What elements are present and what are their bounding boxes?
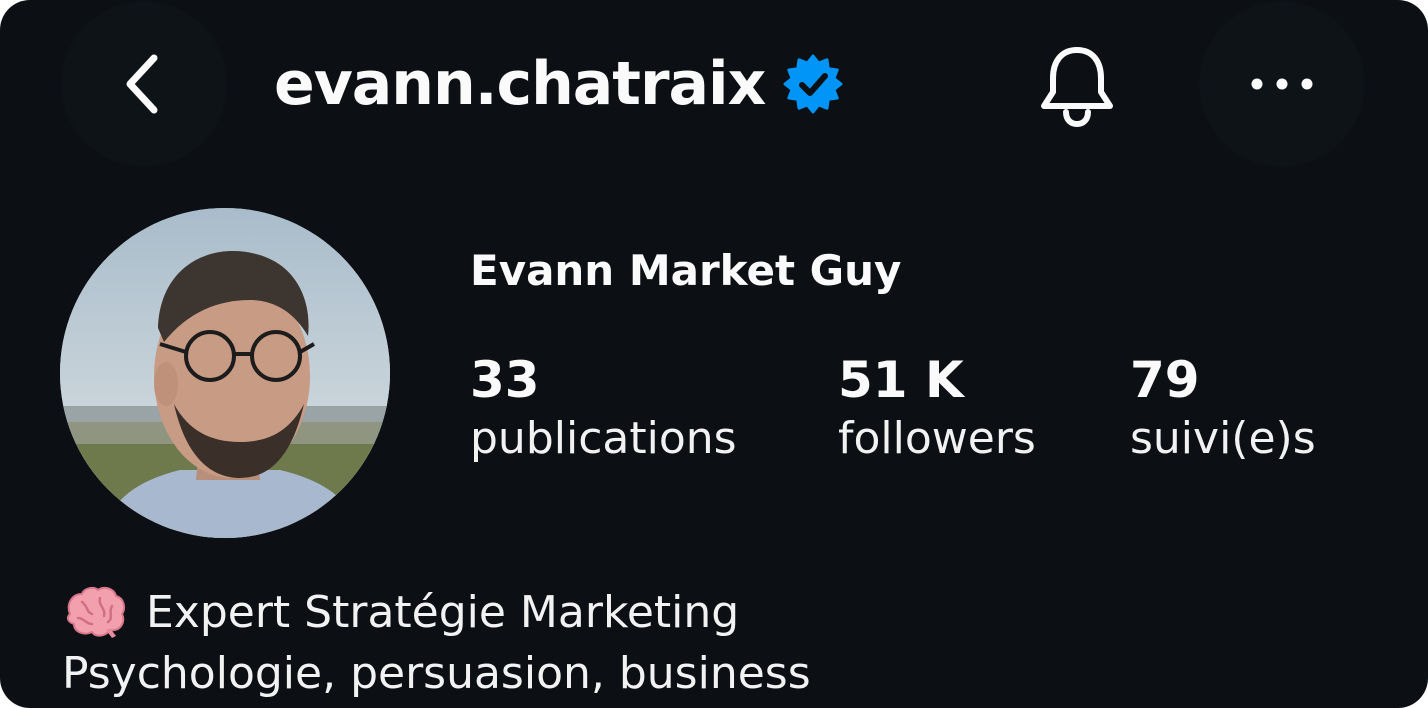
username-header: evann.chatraix <box>274 44 845 124</box>
username: evann.chatraix <box>274 49 766 119</box>
bell-icon <box>1041 47 1113 128</box>
stat-value: 79 <box>1130 351 1200 409</box>
stat-publications[interactable]: 33 publications <box>470 350 737 468</box>
bio-text-headline: Expert Stratégie Marketing <box>146 586 740 638</box>
profile-screen: evann.chatraix Evann Market Guy 33 publi… <box>0 0 1428 708</box>
stat-value: 51 K <box>838 351 964 409</box>
stat-following[interactable]: 79 suivi(e)s <box>1130 350 1316 468</box>
profile-avatar[interactable] <box>60 208 390 538</box>
stat-value: 33 <box>470 351 540 409</box>
verified-badge-icon <box>783 54 843 114</box>
notifications-button[interactable] <box>1034 40 1120 130</box>
display-name: Evann Market Guy <box>470 246 902 295</box>
back-button[interactable] <box>62 2 226 166</box>
more-options-button[interactable] <box>1200 2 1364 166</box>
avatar-photo <box>60 208 390 538</box>
stat-label: publications <box>470 413 737 464</box>
more-horizontal-icon <box>1251 78 1313 90</box>
bio-line-1: Expert Stratégie Marketing <box>62 584 739 640</box>
stat-label: suivi(e)s <box>1130 413 1316 464</box>
brain-emoji-icon <box>66 586 125 638</box>
bio-line-2: Psychologie, persuasion, business <box>62 648 811 699</box>
chevron-left-icon <box>126 54 158 114</box>
bio-text-topics: Psychologie, persuasion, business <box>62 648 811 699</box>
stat-label: followers <box>838 413 1036 464</box>
stat-followers[interactable]: 51 K followers <box>838 350 1036 468</box>
